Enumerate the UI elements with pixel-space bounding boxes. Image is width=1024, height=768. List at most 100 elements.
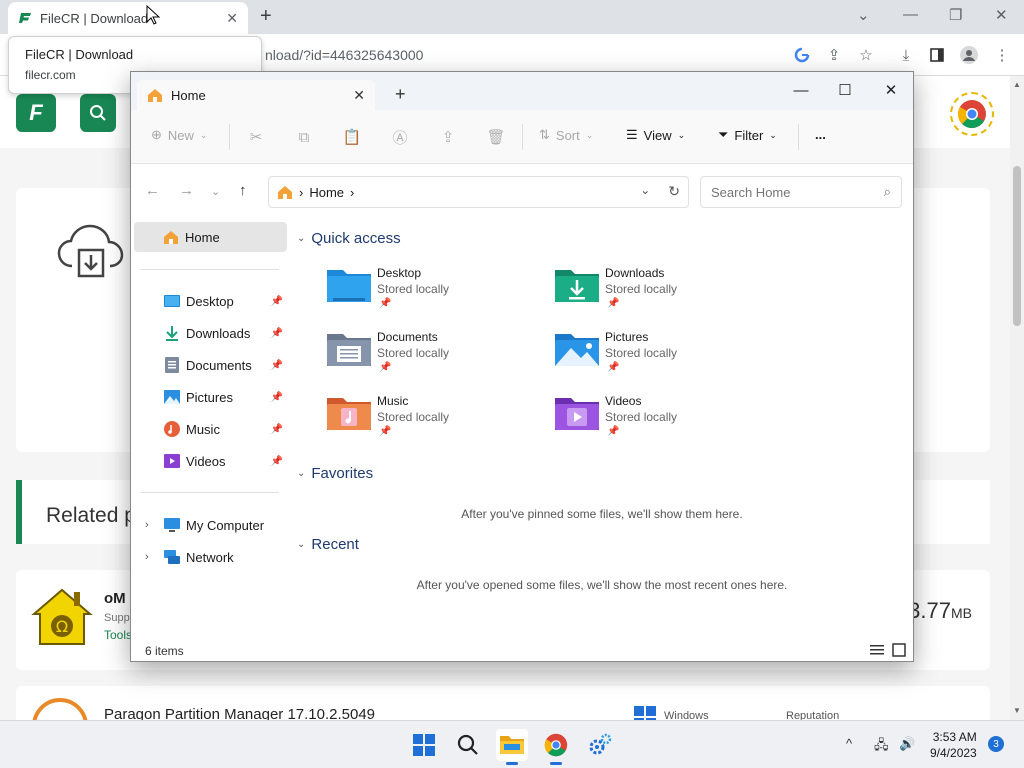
- pin-icon[interactable]: 📌: [271, 392, 283, 403]
- delete-icon[interactable]: 🗑: [486, 127, 506, 147]
- close-window-icon[interactable]: ✕: [995, 6, 1008, 24]
- recent-header[interactable]: ⌄ Recent: [297, 536, 359, 553]
- quick-access-item-desktop[interactable]: Desktop Stored locally 📌: [327, 262, 547, 324]
- address-bar[interactable]: › Home › ⌄ ↻: [268, 176, 689, 208]
- details-view-icon[interactable]: [870, 643, 884, 657]
- taskbar-chrome[interactable]: [540, 729, 572, 765]
- scroll-down-arrow-icon[interactable]: ▼: [1013, 706, 1021, 715]
- explorer-tab-home[interactable]: Home ✕: [137, 80, 375, 110]
- menu-kebab-icon[interactable]: ⋮: [991, 44, 1013, 66]
- start-button[interactable]: [408, 729, 440, 761]
- network-status-icon[interactable]: 🖧: [874, 736, 889, 758]
- quick-access-item-downloads[interactable]: Downloads Stored locally 📌: [555, 262, 775, 324]
- pin-icon[interactable]: 📌: [271, 456, 283, 467]
- sort-button[interactable]: ⇅ Sort ⌄: [539, 127, 593, 143]
- new-tab-button[interactable]: +: [260, 5, 272, 28]
- forward-arrow-icon[interactable]: →: [179, 182, 194, 199]
- taskbar-file-explorer[interactable]: [496, 729, 528, 765]
- close-icon[interactable]: ✕: [353, 87, 365, 104]
- view-button[interactable]: ☰ View ⌄: [626, 127, 685, 143]
- command-separator: [798, 124, 799, 150]
- sidebar-item-documents[interactable]: Documents 📌: [141, 350, 287, 380]
- expand-chevron-icon[interactable]: ›: [145, 551, 149, 563]
- volume-icon[interactable]: 🔊: [899, 736, 915, 752]
- quick-access-status: Stored locally: [377, 282, 450, 296]
- quick-access-header[interactable]: ⌄ Quick access: [297, 230, 401, 247]
- google-icon[interactable]: [791, 44, 813, 66]
- explorer-close-icon[interactable]: ✕: [879, 78, 903, 102]
- filter-button[interactable]: ⏷ Filter ⌄: [718, 127, 777, 143]
- sidebar-item-music[interactable]: Music 📌: [141, 414, 287, 444]
- up-arrow-icon[interactable]: ↑: [239, 182, 247, 199]
- system-clock[interactable]: 3:53 AM 9/4/2023: [930, 729, 977, 761]
- notification-badge[interactable]: 3: [988, 736, 1004, 752]
- explorer-minimize-icon[interactable]: —: [789, 78, 813, 102]
- recent-locations-chevron-icon[interactable]: ⌄: [211, 185, 220, 198]
- tiles-view-icon[interactable]: [892, 643, 906, 657]
- taskbar-settings-app[interactable]: [584, 729, 616, 761]
- product-name[interactable]: oM: [104, 590, 126, 607]
- file-explorer-icon: [500, 736, 524, 754]
- explorer-new-tab-button[interactable]: +: [395, 84, 406, 105]
- windows-start-icon: [413, 734, 435, 756]
- quick-access-item-documents[interactable]: Documents Stored locally 📌: [327, 326, 547, 388]
- download-icon[interactable]: ⤓: [895, 44, 917, 66]
- minimize-icon[interactable]: —: [903, 6, 918, 23]
- quick-access-item-music[interactable]: Music Stored locally 📌: [327, 390, 547, 452]
- breadcrumb-separator-icon[interactable]: ›: [350, 185, 354, 200]
- sidebar-item-home[interactable]: Home: [134, 222, 287, 252]
- breadcrumb-home[interactable]: Home: [309, 185, 344, 200]
- breadcrumb-separator-icon[interactable]: ›: [299, 185, 303, 200]
- new-button-label: New: [167, 127, 194, 143]
- tab-search-chevron-icon[interactable]: ⌄: [857, 6, 870, 24]
- sidebar-item-videos[interactable]: Videos 📌: [141, 446, 287, 476]
- sidebar-item-my-computer[interactable]: › My Computer: [141, 510, 287, 540]
- side-panel-icon[interactable]: [926, 44, 948, 66]
- search-input[interactable]: [711, 184, 861, 200]
- browser-tab[interactable]: FileCR | Download ✕: [8, 2, 248, 34]
- cut-icon[interactable]: ✂: [246, 127, 266, 147]
- bookmark-star-icon[interactable]: ☆: [855, 44, 877, 66]
- paste-icon[interactable]: 📋: [342, 127, 362, 147]
- restore-icon[interactable]: ❐: [949, 6, 962, 24]
- sidebar-item-network[interactable]: › Network: [141, 542, 287, 572]
- address-history-chevron-icon[interactable]: ⌄: [640, 183, 650, 200]
- site-logo[interactable]: F: [16, 94, 56, 132]
- refresh-icon[interactable]: ↻: [668, 183, 680, 200]
- collapse-chevron-icon[interactable]: ⌄: [297, 233, 305, 244]
- sidebar-item-downloads[interactable]: Downloads 📌: [141, 318, 287, 348]
- collapse-chevron-icon[interactable]: ⌄: [297, 468, 305, 479]
- close-icon[interactable]: ✕: [226, 10, 238, 27]
- url-bar[interactable]: nload/?id=446325643000: [265, 47, 423, 63]
- pin-icon[interactable]: 📌: [271, 328, 283, 339]
- page-scrollbar[interactable]: ▲ ▼: [1010, 76, 1024, 720]
- sidebar-item-pictures[interactable]: Pictures 📌: [141, 382, 287, 412]
- site-search-button[interactable]: [80, 94, 116, 132]
- collapse-chevron-icon[interactable]: ⌄: [297, 539, 305, 550]
- search-icon[interactable]: ⌕: [884, 184, 891, 200]
- sidebar-item-desktop[interactable]: Desktop 📌: [141, 286, 287, 316]
- quick-access-item-pictures[interactable]: Pictures Stored locally 📌: [555, 326, 775, 388]
- explorer-maximize-icon[interactable]: ☐: [833, 78, 857, 102]
- cloud-download-icon: [57, 224, 124, 278]
- back-arrow-icon[interactable]: ←: [145, 182, 160, 199]
- search-box[interactable]: ⌕: [700, 176, 902, 208]
- more-options-button[interactable]: ...: [815, 127, 826, 142]
- share-icon[interactable]: ⇪: [823, 44, 845, 66]
- pin-icon[interactable]: 📌: [271, 424, 283, 435]
- scroll-thumb[interactable]: [1013, 166, 1021, 326]
- product-category[interactable]: Tools: [104, 628, 132, 642]
- pin-icon[interactable]: 📌: [271, 360, 283, 371]
- taskbar-search-button[interactable]: [452, 729, 484, 761]
- new-button[interactable]: ⊕ New ⌄: [151, 127, 207, 143]
- share-icon[interactable]: ⇪: [438, 127, 458, 147]
- rename-icon[interactable]: Ⓐ: [390, 127, 410, 147]
- copy-icon[interactable]: ⧉: [294, 127, 314, 147]
- profile-avatar-icon[interactable]: [958, 44, 980, 66]
- show-hidden-icons-chevron-icon[interactable]: ^: [846, 736, 852, 751]
- favorites-header[interactable]: ⌄ Favorites: [297, 465, 373, 482]
- scroll-up-arrow-icon[interactable]: ▲: [1013, 80, 1021, 89]
- quick-access-item-videos[interactable]: Videos Stored locally 📌: [555, 390, 775, 452]
- pin-icon[interactable]: 📌: [271, 296, 283, 307]
- expand-chevron-icon[interactable]: ›: [145, 519, 149, 531]
